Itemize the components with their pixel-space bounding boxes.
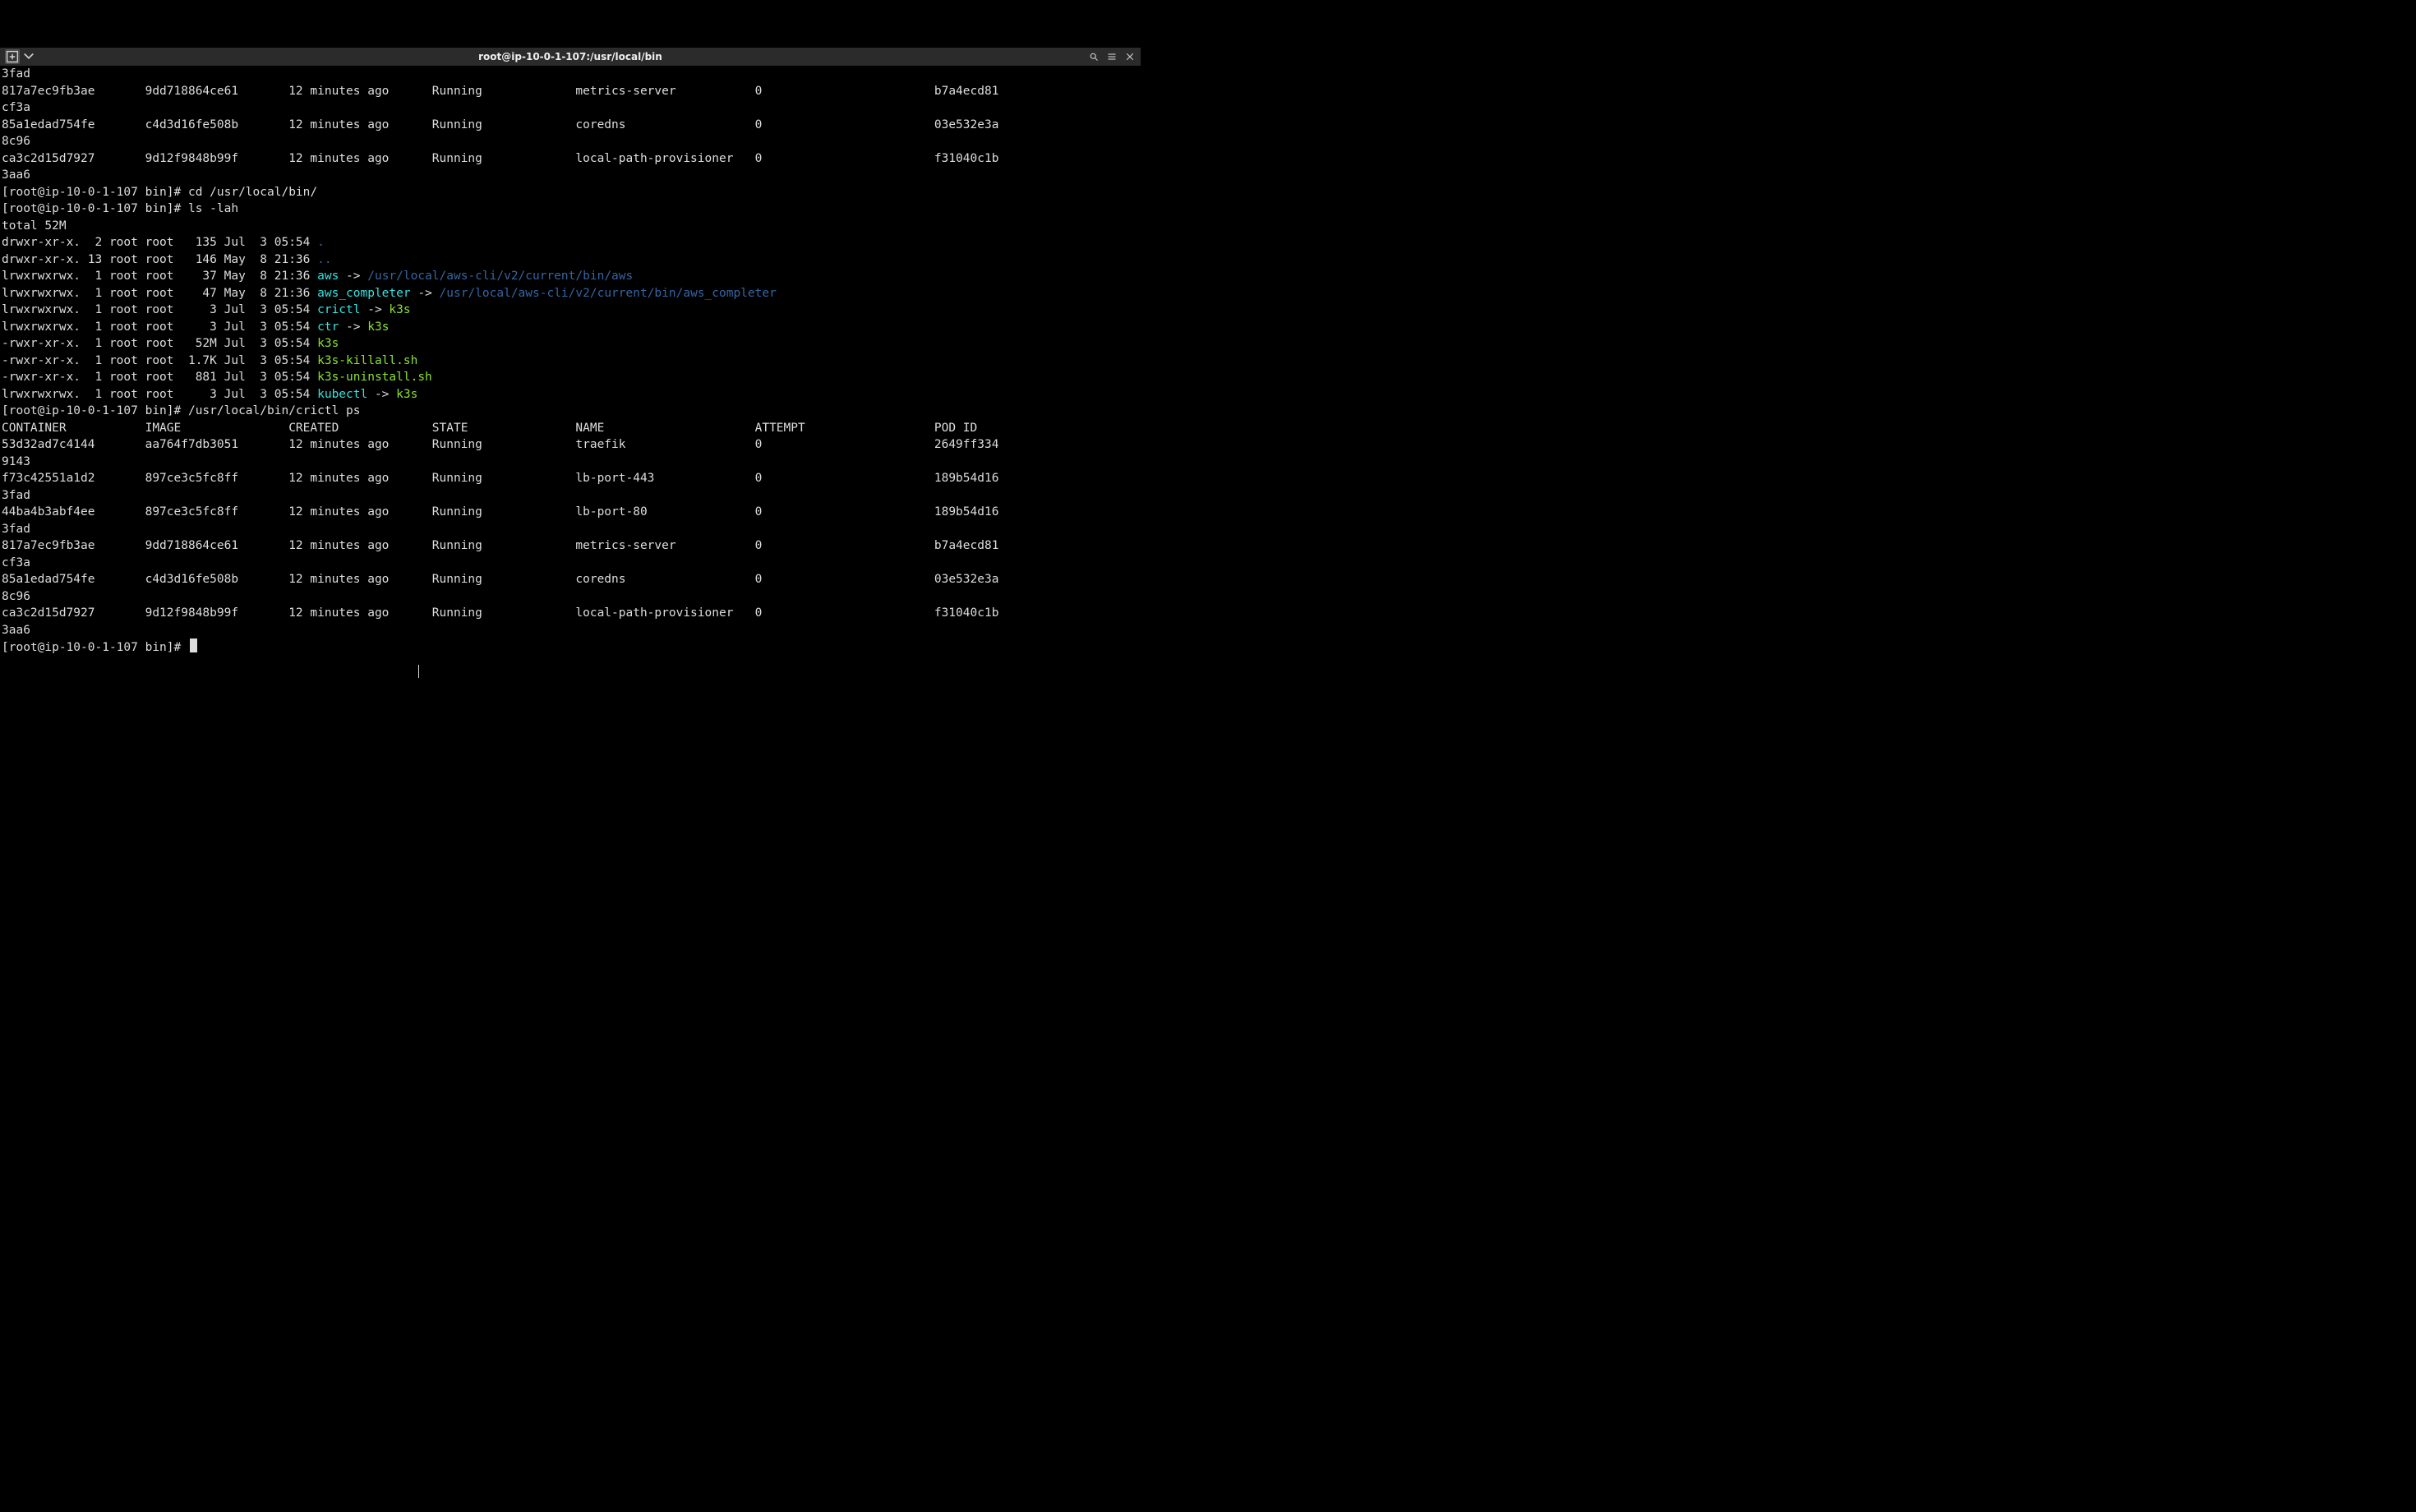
terminal-line: lrwxrwxrwx. 1 root root 3 Jul 3 05:54 ct… (2, 319, 1141, 336)
terminal-line: [root@ip-10-0-1-107 bin]# ls -lah (2, 201, 1141, 218)
new-tab-button[interactable] (5, 49, 20, 64)
text-cursor-ibeam (418, 665, 419, 678)
plus-box-icon (6, 50, 19, 63)
terminal-line: 3aa6 (2, 167, 1141, 184)
close-button[interactable] (1123, 49, 1137, 64)
terminal-line: ca3c2d15d7927 9d12f9848b99f 12 minutes a… (2, 605, 1141, 622)
hamburger-icon (1107, 52, 1117, 62)
terminal-line: CONTAINER IMAGE CREATED STATE NAME ATTEM… (2, 420, 1141, 437)
terminal-line: 3fad (2, 66, 1141, 83)
terminal-line: -rwxr-xr-x. 1 root root 881 Jul 3 05:54 … (2, 369, 1141, 386)
menu-button[interactable] (1104, 49, 1119, 64)
window-title: root@ip-10-0-1-107:/usr/local/bin (0, 51, 1141, 62)
terminal-line: 3fad (2, 487, 1141, 505)
terminal-line: lrwxrwxrwx. 1 root root 3 Jul 3 05:54 cr… (2, 302, 1141, 319)
tab-menu-dropdown[interactable] (23, 50, 35, 63)
terminal-line: drwxr-xr-x. 2 root root 135 Jul 3 05:54 … (2, 234, 1141, 251)
terminal-line: lrwxrwxrwx. 1 root root 47 May 8 21:36 a… (2, 285, 1141, 302)
search-button[interactable] (1086, 49, 1101, 64)
search-icon (1089, 52, 1099, 62)
chevron-down-icon (23, 51, 35, 62)
terminal-line: cf3a (2, 99, 1141, 117)
terminal-line: lrwxrwxrwx. 1 root root 37 May 8 21:36 a… (2, 268, 1141, 285)
terminal-line: 3aa6 (2, 622, 1141, 639)
terminal-line: 8c96 (2, 133, 1141, 150)
terminal-line: f73c42551a1d2 897ce3c5fc8ff 12 minutes a… (2, 470, 1141, 487)
terminal-line: 44ba4b3abf4ee 897ce3c5fc8ff 12 minutes a… (2, 504, 1141, 521)
window-titlebar: root@ip-10-0-1-107:/usr/local/bin (0, 48, 1141, 66)
terminal-line: -rwxr-xr-x. 1 root root 52M Jul 3 05:54 … (2, 335, 1141, 353)
screen: root@ip-10-0-1-107:/usr/local/bin 3fad81… (0, 0, 1141, 713)
terminal-line: cf3a (2, 555, 1141, 572)
terminal-line: ca3c2d15d7927 9d12f9848b99f 12 minutes a… (2, 150, 1141, 168)
terminal-line: 85a1edad754fe c4d3d16fe508b 12 minutes a… (2, 571, 1141, 588)
terminal-line: lrwxrwxrwx. 1 root root 3 Jul 3 05:54 ku… (2, 386, 1141, 403)
terminal-line: total 52M (2, 218, 1141, 235)
terminal-line: 9143 (2, 454, 1141, 471)
terminal-line: 53d32ad7c4144 aa764f7db3051 12 minutes a… (2, 436, 1141, 454)
terminal-line: 85a1edad754fe c4d3d16fe508b 12 minutes a… (2, 117, 1141, 134)
titlebar-left-controls (0, 49, 35, 64)
terminal-line: [root@ip-10-0-1-107 bin]# cd /usr/local/… (2, 184, 1141, 201)
terminal-line: 8c96 (2, 588, 1141, 606)
terminal-output[interactable]: 3fad817a7ec9fb3ae 9dd718864ce61 12 minut… (0, 66, 1141, 674)
terminal-line: -rwxr-xr-x. 1 root root 1.7K Jul 3 05:54… (2, 353, 1141, 370)
terminal-line: [root@ip-10-0-1-107 bin]# /usr/local/bin… (2, 403, 1141, 420)
terminal-line: [root@ip-10-0-1-107 bin]# (2, 638, 1141, 657)
block-cursor (190, 638, 197, 652)
terminal-line: drwxr-xr-x. 13 root root 146 May 8 21:36… (2, 251, 1141, 269)
terminal-line: 817a7ec9fb3ae 9dd718864ce61 12 minutes a… (2, 83, 1141, 100)
close-icon (1125, 52, 1135, 62)
terminal-line: 3fad (2, 521, 1141, 538)
titlebar-right-controls (1086, 49, 1141, 64)
terminal-line: 817a7ec9fb3ae 9dd718864ce61 12 minutes a… (2, 537, 1141, 555)
